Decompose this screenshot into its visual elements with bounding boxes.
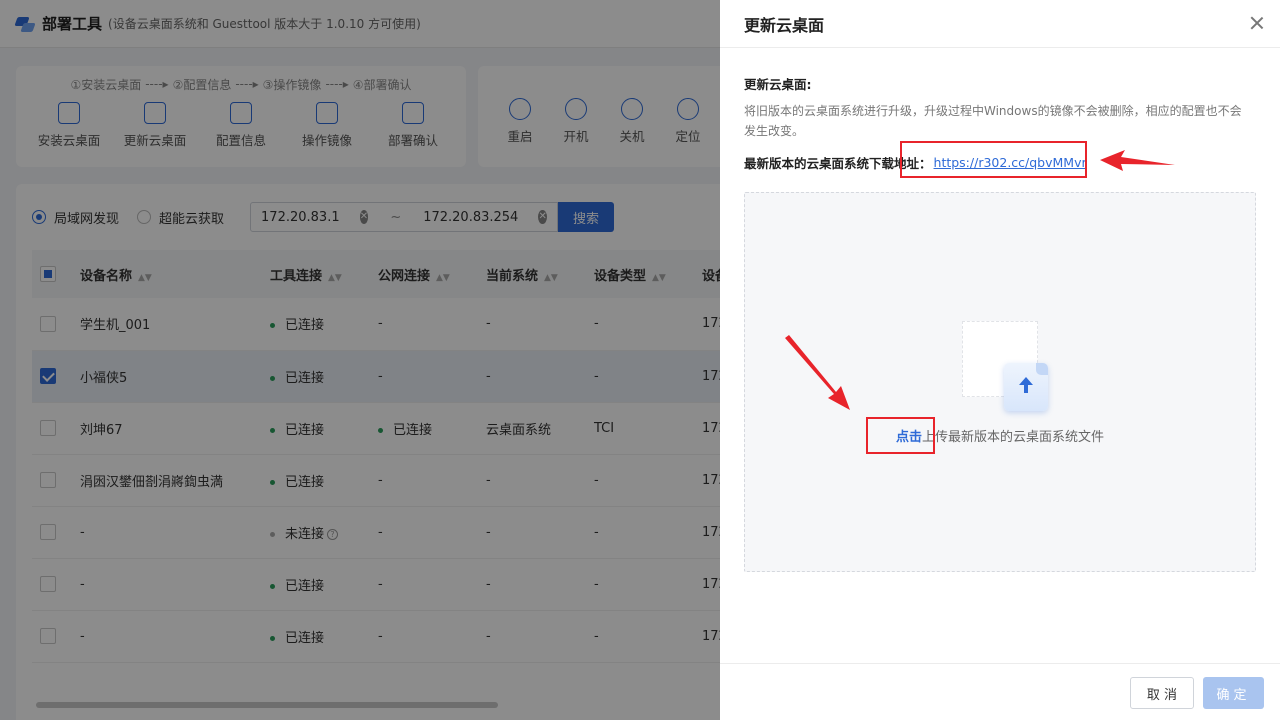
section-title: 更新云桌面:: [744, 77, 812, 92]
upload-file-icon: [962, 321, 1052, 413]
modal-overlay[interactable]: [0, 0, 720, 720]
arrow-up-icon: [1019, 377, 1033, 395]
section-description: 将旧版本的云桌面系统进行升级，升级过程中Windows的镜像不会被删除，相应的配…: [744, 104, 1242, 138]
upload-hint: 点击上传最新版本的云桌面系统文件: [745, 426, 1255, 445]
cancel-button[interactable]: 取 消: [1130, 677, 1194, 709]
upload-hint-text: 上传最新版本的云桌面系统文件: [922, 430, 1105, 445]
confirm-button[interactable]: 确定: [1203, 677, 1264, 709]
close-icon[interactable]: [1250, 16, 1264, 30]
drawer-title: 更新云桌面: [744, 15, 825, 35]
upload-dropzone[interactable]: 点击上传最新版本的云桌面系统文件: [744, 192, 1256, 572]
drawer-footer: 取 消 确定: [720, 663, 1280, 720]
annotation-box-click: [866, 417, 935, 454]
update-drawer: 更新云桌面 更新云桌面: 将旧版本的云桌面系统进行升级，升级过程中Windows…: [720, 0, 1280, 720]
drawer-header: 更新云桌面: [720, 0, 1280, 48]
annotation-box-download: [900, 141, 1087, 178]
